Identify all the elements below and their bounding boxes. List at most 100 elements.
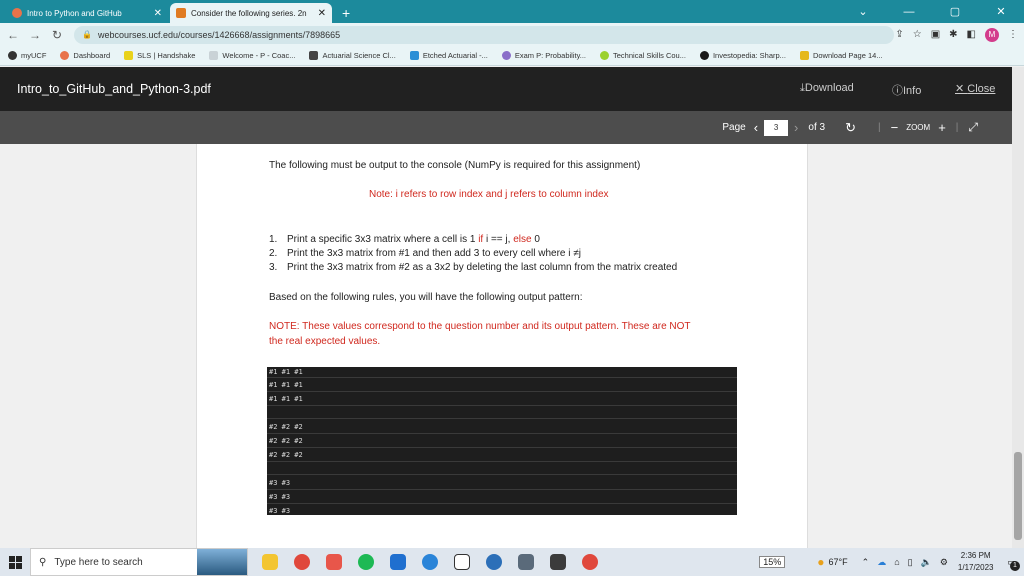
gear-icon[interactable]: ⚙ [940, 557, 948, 568]
windows-start-icon[interactable] [0, 555, 30, 569]
divider [267, 405, 737, 406]
back-icon[interactable]: ← [4, 28, 22, 42]
console-output-image: #1 #1 #1 #1 #1 #1 #1 #1 #1 #2 #2 #2 #2 #… [267, 367, 737, 515]
minimize-button[interactable]: — [886, 6, 932, 18]
onedrive-icon[interactable]: ☁ [877, 557, 886, 568]
bookmark-actuarial-science[interactable]: Actuarial Science Cl... [309, 51, 396, 60]
calculator-icon[interactable] [518, 554, 534, 570]
share-icon[interactable]: ⇪ [895, 29, 903, 40]
close-window-button[interactable]: ✕ [978, 5, 1024, 18]
sidepanel-icon[interactable]: ◧ [967, 29, 976, 40]
fullscreen-icon[interactable]: ⤢ [968, 120, 978, 135]
search-highlight-image [197, 549, 247, 575]
bookmark-investopedia[interactable]: Investopedia: Sharp... [699, 51, 786, 60]
bookmark-download-page[interactable]: Download Page 14... [799, 51, 883, 60]
clock-date: 1/17/2023 [957, 563, 994, 572]
info-button[interactable]: ⓘInfo [892, 82, 921, 98]
weather-icon[interactable]: ● [817, 555, 824, 569]
console-line: #3 #3 [269, 479, 291, 487]
divider [267, 503, 737, 504]
pdf-viewer[interactable]: The following must be output to the cons… [0, 144, 1012, 548]
forward-icon[interactable]: → [26, 28, 44, 42]
tab-consider-series[interactable]: Consider the following series. 2n ✕ [170, 3, 332, 23]
mail-icon[interactable] [390, 554, 406, 570]
rotate-icon[interactable]: ↻ [845, 120, 856, 136]
weather-temp[interactable]: 67°F [829, 557, 848, 567]
tab-title: Intro to Python and GitHub [27, 8, 122, 18]
download-button[interactable]: ⤓Download [800, 82, 854, 95]
battery-icon[interactable]: ▯ [908, 557, 913, 568]
note2-line2: the real expected values. [269, 336, 381, 347]
tab-search-icon[interactable]: ⌄ [840, 5, 886, 18]
list-item: 3. Print the 3x3 matrix from #2 as a 3x2 … [269, 262, 678, 273]
bookmark-star-icon[interactable]: ☆ [913, 29, 922, 40]
close-pdf-button[interactable]: ✕ Close [955, 82, 995, 95]
next-page-icon[interactable]: › [794, 120, 798, 135]
puzzle-icon[interactable]: ✱ [949, 29, 957, 40]
system-tray: 15% ● 67°F ⌃ ☁ ⌂ ▯ 🔈 ⚙ 2:36 PM 1/17/2023… [759, 548, 1024, 576]
prev-page-icon[interactable]: ‹ [754, 120, 758, 135]
office-icon[interactable] [326, 554, 342, 570]
reload-icon[interactable]: ↻ [48, 28, 66, 42]
close-tab-icon[interactable]: ✕ [318, 8, 326, 19]
bookmark-welcome[interactable]: Welcome - P - Coac... [209, 51, 295, 60]
tray-overflow-icon[interactable]: ⌃ [862, 557, 870, 568]
spotify-icon[interactable] [358, 554, 374, 570]
close-tab-icon[interactable]: ✕ [154, 8, 162, 19]
page-number-input[interactable]: 3 [764, 119, 789, 136]
taskbar-search-field[interactable]: ⚲ Type here to search [30, 548, 248, 576]
tab-intro-python[interactable]: Intro to Python and GitHub ✕ [6, 3, 168, 23]
page-label: Page [722, 122, 746, 133]
console-line: #1 #1 #1 [269, 368, 303, 376]
chrome-icon[interactable] [294, 554, 310, 570]
bookmark-etched-actuarial[interactable]: Etched Actuarial -... [409, 51, 488, 60]
divider [267, 447, 737, 448]
battery-indicator[interactable]: 15% [759, 556, 786, 568]
network-icon[interactable]: ⌂ [894, 557, 899, 567]
divider [267, 391, 737, 392]
scrollbar-thumb[interactable] [1014, 452, 1022, 540]
zoom-in-icon[interactable]: + [938, 120, 946, 135]
search-placeholder: Type here to search [54, 556, 143, 568]
page-scrollbar[interactable] [1012, 67, 1024, 548]
console-line: #1 #1 #1 [269, 381, 303, 389]
bookmark-handshake[interactable]: SLS | Handshake [124, 51, 195, 60]
lock-icon: 🔒 [82, 30, 92, 39]
pdf-page: The following must be output to the cons… [196, 144, 808, 548]
divider [267, 418, 737, 419]
bookmark-exam-p[interactable]: Exam P: Probability... [501, 51, 586, 60]
notification-icon[interactable]: ▭1 [1007, 557, 1020, 571]
pdf-filename: Intro_to_GitHub_and_Python-3.pdf [17, 82, 211, 96]
volume-icon[interactable]: 🔈 [921, 557, 932, 568]
bookmark-technical-skills[interactable]: Technical Skills Cou... [600, 51, 686, 60]
url-field[interactable]: 🔒 webcourses.ucf.edu/courses/1426668/ass… [74, 25, 894, 44]
clock[interactable]: 2:36 PM 1/17/2023 [958, 550, 994, 574]
address-bar-row: ← → ↻ 🔒 webcourses.ucf.edu/courses/14266… [0, 23, 1024, 46]
note2-line1: NOTE: These values correspond to the que… [269, 321, 691, 332]
info-icon: ⓘ [892, 85, 903, 97]
file-explorer-icon[interactable] [262, 554, 278, 570]
console-line: #2 #2 #2 [269, 423, 303, 431]
console-line: #2 #2 #2 [269, 451, 303, 459]
console-line: #3 #3 [269, 507, 291, 515]
chrome-active-icon[interactable] [582, 554, 598, 570]
bookmark-myucf[interactable]: myUCF [8, 51, 46, 60]
bookmark-dashboard[interactable]: Dashboard [60, 51, 110, 60]
ucf-favicon-icon [12, 8, 22, 18]
r-icon[interactable] [486, 554, 502, 570]
profile-avatar[interactable]: M [985, 27, 999, 42]
notion-icon[interactable] [454, 554, 470, 570]
console-line: #1 #1 #1 [269, 395, 303, 403]
console-line: #3 #3 [269, 493, 291, 501]
intro-text: The following must be output to the cons… [269, 160, 641, 171]
zoom-out-icon[interactable]: − [891, 120, 899, 135]
maximize-button[interactable]: ▢ [932, 5, 978, 18]
extension-icon[interactable]: ▣ [931, 29, 940, 40]
notification-badge: 1 [1010, 560, 1020, 571]
new-tab-button[interactable]: + [342, 3, 350, 23]
menu-dots-icon[interactable]: ⋮ [1008, 29, 1018, 40]
bookmarks-bar: myUCF Dashboard SLS | Handshake Welcome … [0, 46, 1024, 66]
browser-tab-strip: Intro to Python and GitHub ✕ Consider th… [0, 0, 1024, 23]
sticky-notes-icon[interactable] [550, 554, 566, 570]
edge-icon[interactable] [422, 554, 438, 570]
